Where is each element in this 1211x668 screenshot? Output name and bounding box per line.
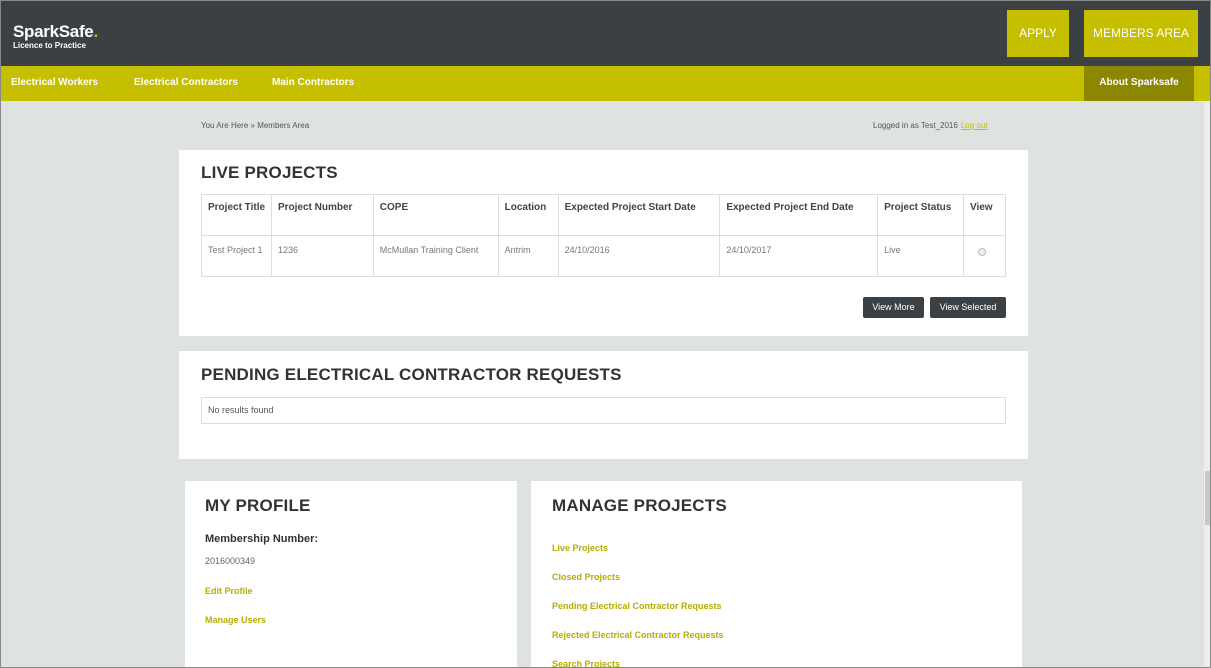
pending-requests-title: PENDING ELECTRICAL CONTRACTOR REQUESTS — [201, 365, 622, 384]
col-project-title: Project Title — [201, 194, 272, 236]
apply-button[interactable]: APPLY — [1007, 10, 1069, 57]
membership-number-value: 2016000349 — [205, 556, 256, 566]
closed-projects-link[interactable]: Closed Projects — [552, 572, 620, 582]
browser-frame: SparkSafe. Licence to Practice APPLY MEM… — [0, 0, 1211, 668]
manage-users-link[interactable]: Manage Users — [205, 615, 266, 625]
col-location: Location — [497, 194, 559, 236]
cell-start-date: 24/10/2016 — [557, 235, 721, 277]
cell-end-date: 24/10/2017 — [719, 235, 879, 277]
no-results-message: No results found — [201, 397, 1006, 424]
nav-electrical-workers[interactable]: Electrical Workers — [11, 66, 98, 101]
rejected-requests-link[interactable]: Rejected Electrical Contractor Requests — [552, 630, 724, 640]
cell-project-title: Test Project 1 — [201, 235, 272, 277]
col-cope: COPE — [372, 194, 499, 236]
nav-about-sparksafe[interactable]: About Sparksafe — [1084, 66, 1194, 101]
secondary-nav: Electrical Workers Electrical Contractor… — [1, 66, 1210, 101]
pending-requests-link[interactable]: Pending Electrical Contractor Requests — [552, 601, 722, 611]
my-profile-title: MY PROFILE — [205, 496, 311, 515]
cell-location: Antrim — [497, 235, 559, 277]
sparksafe-logo[interactable]: SparkSafe. Licence to Practice — [13, 23, 98, 51]
table-row[interactable]: Test Project 1 1236 McMullan Training Cl… — [201, 235, 1007, 277]
logo-tagline: Licence to Practice — [13, 41, 86, 50]
nav-electrical-contractors[interactable]: Electrical Contractors — [134, 66, 238, 101]
logged-in-text: Logged in as Test_2016 — [873, 121, 958, 130]
scrollbar-thumb[interactable] — [1205, 471, 1210, 525]
col-end-date: Expected Project End Date — [719, 194, 879, 236]
col-project-status: Project Status — [877, 194, 964, 236]
logo-text: SparkSafe. — [13, 23, 98, 41]
members-area-button[interactable]: MEMBERS AREA — [1084, 10, 1198, 57]
live-projects-title: LIVE PROJECTS — [201, 163, 338, 182]
col-start-date: Expected Project Start Date — [557, 194, 721, 236]
search-projects-link[interactable]: Search Projects — [552, 659, 620, 667]
col-view: View — [962, 194, 1007, 236]
logo-dot: . — [93, 22, 98, 41]
logout-link[interactable]: Log out — [961, 121, 988, 130]
table-header-row: Project Title Project Number COPE Locati… — [201, 194, 1007, 236]
nav-main-contractors[interactable]: Main Contractors — [272, 66, 354, 101]
live-projects-link[interactable]: Live Projects — [552, 543, 608, 553]
edit-profile-link[interactable]: Edit Profile — [205, 586, 253, 596]
col-project-number: Project Number — [270, 194, 374, 236]
logo-name: SparkSafe — [13, 22, 94, 41]
view-more-button[interactable]: View More — [863, 297, 924, 318]
breadcrumb: You Are Here » Members Area — [201, 121, 310, 130]
cell-cope: McMullan Training Client — [372, 235, 499, 277]
membership-number-label: Membership Number: — [205, 533, 319, 545]
my-profile-panel: MY PROFILE — [185, 481, 517, 667]
page-scrollbar[interactable] — [1204, 101, 1210, 667]
live-projects-table: Project Title Project Number COPE Locati… — [201, 194, 1007, 277]
cell-project-status: Live — [877, 235, 964, 277]
view-selected-button[interactable]: View Selected — [930, 297, 1006, 318]
cell-project-number: 1236 — [270, 235, 374, 277]
manage-projects-title: MANAGE PROJECTS — [552, 496, 727, 515]
top-bar: SparkSafe. Licence to Practice APPLY MEM… — [1, 1, 1210, 66]
cell-view — [962, 235, 1007, 277]
login-status: Logged in as Test_2016 Log out — [873, 121, 988, 130]
view-radio[interactable] — [977, 248, 986, 256]
